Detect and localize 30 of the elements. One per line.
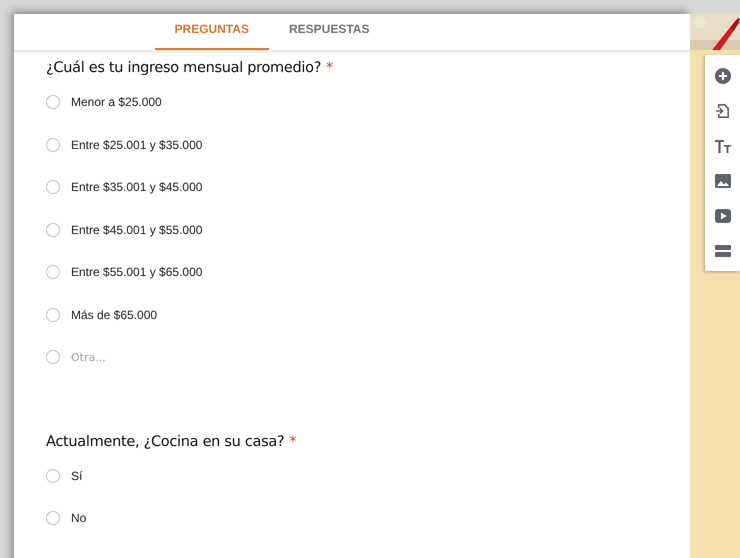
radio-button[interactable] — [46, 468, 60, 483]
required-mark: * — [326, 60, 333, 76]
video-icon[interactable] — [714, 207, 732, 225]
option-label: Entre $45.001 y $55.000 — [71, 222, 202, 237]
radio-button[interactable] — [46, 350, 60, 364]
question-title: ¿Cuál es tu ingreso mensual promedio? — [46, 60, 322, 76]
tab[interactable]: RESPUESTAS — [268, 14, 390, 50]
section-icon[interactable] — [714, 242, 732, 260]
image-icon[interactable] — [714, 172, 732, 190]
question-title: Actualmente, ¿Cocina en su casa? — [46, 434, 284, 450]
radio-button[interactable] — [46, 95, 60, 110]
radio-button[interactable] — [46, 180, 60, 194]
option-label: Entre $55.001 y $65.000 — [71, 265, 202, 280]
required-mark: * — [289, 434, 296, 450]
radio-button[interactable] — [46, 138, 60, 152]
other-option-label: Otra... — [71, 350, 106, 364]
radio-button[interactable] — [46, 308, 60, 322]
option-label: Menor a $25.000 — [71, 95, 162, 110]
option-label: Más de $65.000 — [71, 308, 158, 322]
option-label: Sí — [71, 468, 82, 483]
radio-button[interactable] — [46, 265, 60, 280]
import-icon[interactable] — [714, 102, 732, 120]
tab[interactable]: PREGUNTAS — [154, 14, 269, 50]
add-icon[interactable] — [714, 67, 732, 85]
option-label: Entre $25.001 y $35.000 — [71, 138, 202, 152]
text-size-icon[interactable] — [714, 137, 732, 155]
option-label: No — [71, 511, 86, 526]
option-label: Entre $35.001 y $45.000 — [71, 180, 202, 194]
radio-button[interactable] — [46, 511, 60, 526]
radio-button[interactable] — [46, 222, 60, 237]
